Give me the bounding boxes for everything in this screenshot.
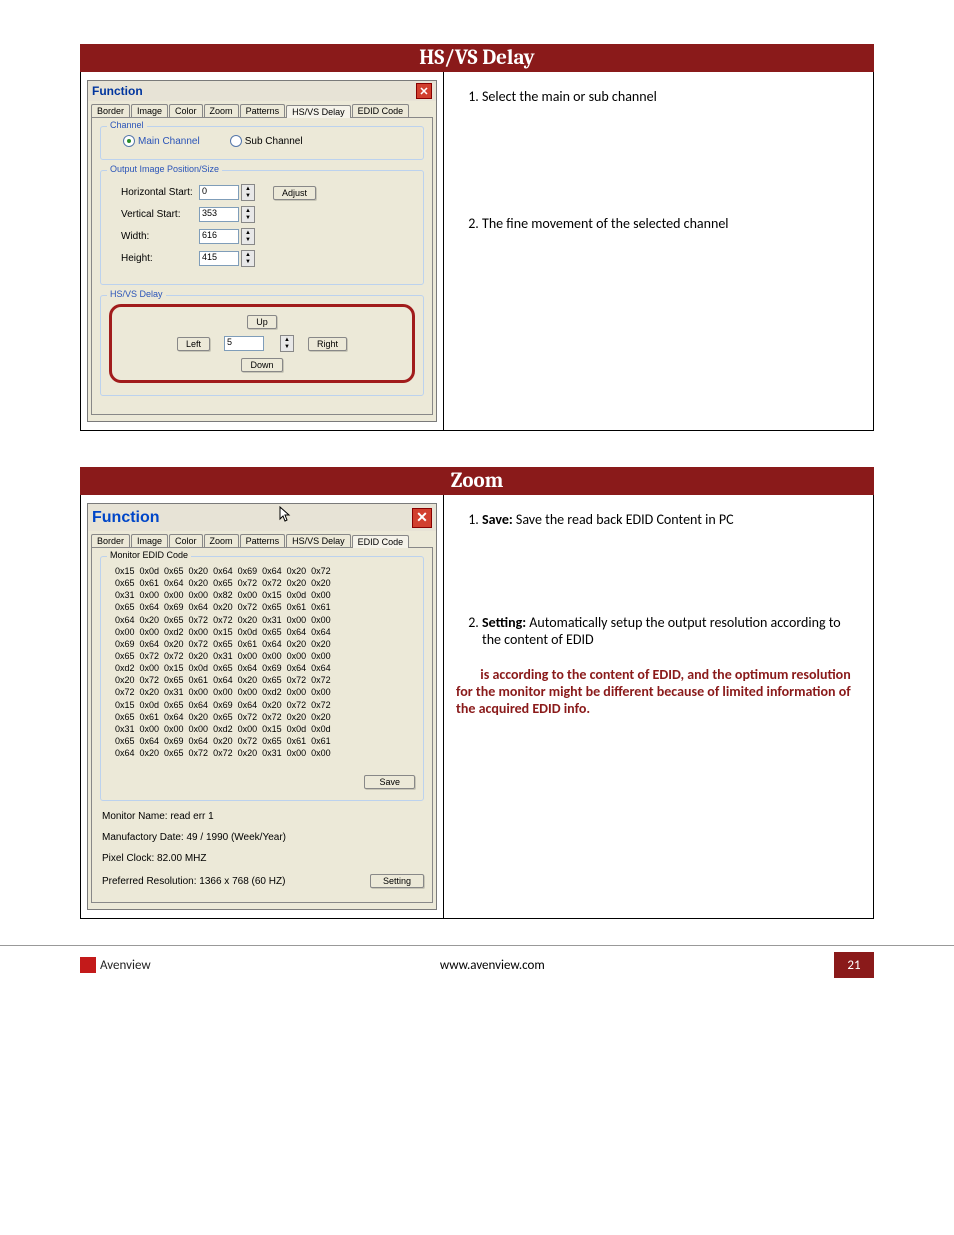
numeric-input[interactable]: 353	[199, 207, 239, 222]
monitor-name-info: Monitor Name: read err 1	[102, 811, 424, 822]
hsvs-frame-title: HS/VS Delay	[107, 289, 166, 299]
tab-color[interactable]: Color	[169, 534, 203, 547]
pixel-clock-info: Pixel Clock: 82.00 MHZ	[102, 853, 424, 864]
section-title: HS/VS Delay	[80, 44, 874, 72]
function-window: Function ✕ BorderImageColorZoomPatternsH…	[87, 80, 437, 422]
zoom-step: Save: Save the read back EDID Content in…	[482, 511, 861, 528]
close-icon[interactable]: ✕	[412, 508, 432, 528]
cursor-icon	[279, 506, 293, 524]
tab-hs-vs-delay[interactable]: HS/VS Delay	[286, 534, 351, 547]
function-window-edid: Function ✕ BorderImageColorZoomPatternsH…	[87, 503, 437, 910]
tab-edid-code[interactable]: EDID Code	[352, 535, 410, 548]
right-button[interactable]: Right	[308, 337, 347, 351]
adjust-button[interactable]: Adjust	[273, 186, 316, 200]
hsvs-step-2: The fine movement of the selected channe…	[482, 215, 861, 232]
sub-channel-radio[interactable]: Sub Channel	[230, 135, 303, 147]
spinner[interactable]: ▲▼	[241, 250, 255, 267]
window-title: Function	[92, 84, 143, 98]
numeric-input[interactable]: 0	[199, 185, 239, 200]
tab-hs-vs-delay[interactable]: HS/VS Delay	[286, 105, 351, 118]
numeric-input[interactable]: 415	[199, 251, 239, 266]
tab-zoom[interactable]: Zoom	[204, 104, 239, 117]
left-button[interactable]: Left	[177, 337, 210, 351]
footer-url: www.avenview.com	[151, 958, 834, 973]
page-number: 21	[834, 952, 874, 978]
spinner[interactable]: ▲▼	[241, 206, 255, 223]
channel-frame-title: Channel	[107, 120, 147, 130]
save-button[interactable]: Save	[364, 775, 415, 789]
numeric-input[interactable]: 616	[199, 229, 239, 244]
spinner[interactable]: ▲▼	[241, 184, 255, 201]
tab-image[interactable]: Image	[131, 534, 168, 547]
tab-image[interactable]: Image	[131, 104, 168, 117]
note-text: xxxxis according to the content of EDID,…	[456, 666, 861, 717]
output-frame-title: Output Image Position/Size	[107, 164, 222, 174]
up-button[interactable]: Up	[247, 315, 277, 329]
zoom-step: Setting: Automatically setup the output …	[482, 614, 861, 648]
delay-spinner[interactable]: ▲▼	[280, 335, 294, 352]
tab-border[interactable]: Border	[91, 534, 130, 547]
main-channel-radio[interactable]: Main Channel	[123, 135, 200, 147]
section-title-zoom: Zoom	[80, 467, 874, 495]
setting-button[interactable]: Setting	[370, 874, 424, 888]
edid-frame-title: Monitor EDID Code	[107, 550, 191, 560]
tab-color[interactable]: Color	[169, 104, 203, 117]
hsvs-step-1: Select the main or sub channel	[482, 88, 861, 105]
spinner[interactable]: ▲▼	[241, 228, 255, 245]
window-title-2: Function	[92, 509, 160, 527]
down-button[interactable]: Down	[241, 358, 282, 372]
tab-edid-code[interactable]: EDID Code	[352, 104, 410, 117]
tab-zoom[interactable]: Zoom	[204, 534, 239, 547]
tab-patterns[interactable]: Patterns	[240, 534, 286, 547]
brand-name: Avenview	[100, 958, 151, 973]
delay-value-input[interactable]: 5	[224, 336, 264, 351]
edid-hex-dump: 0x15 0x0d 0x65 0x20 0x64 0x69 0x64 0x20 …	[115, 565, 415, 759]
preferred-resolution-info: Preferred Resolution: 1366 x 768 (60 HZ)	[102, 876, 285, 887]
mfg-date-info: Manufactory Date: 49 / 1990 (Week/Year)	[102, 832, 424, 843]
logo-icon	[80, 957, 96, 973]
close-icon[interactable]: ✕	[416, 83, 432, 99]
tab-patterns[interactable]: Patterns	[240, 104, 286, 117]
tab-border[interactable]: Border	[91, 104, 130, 117]
